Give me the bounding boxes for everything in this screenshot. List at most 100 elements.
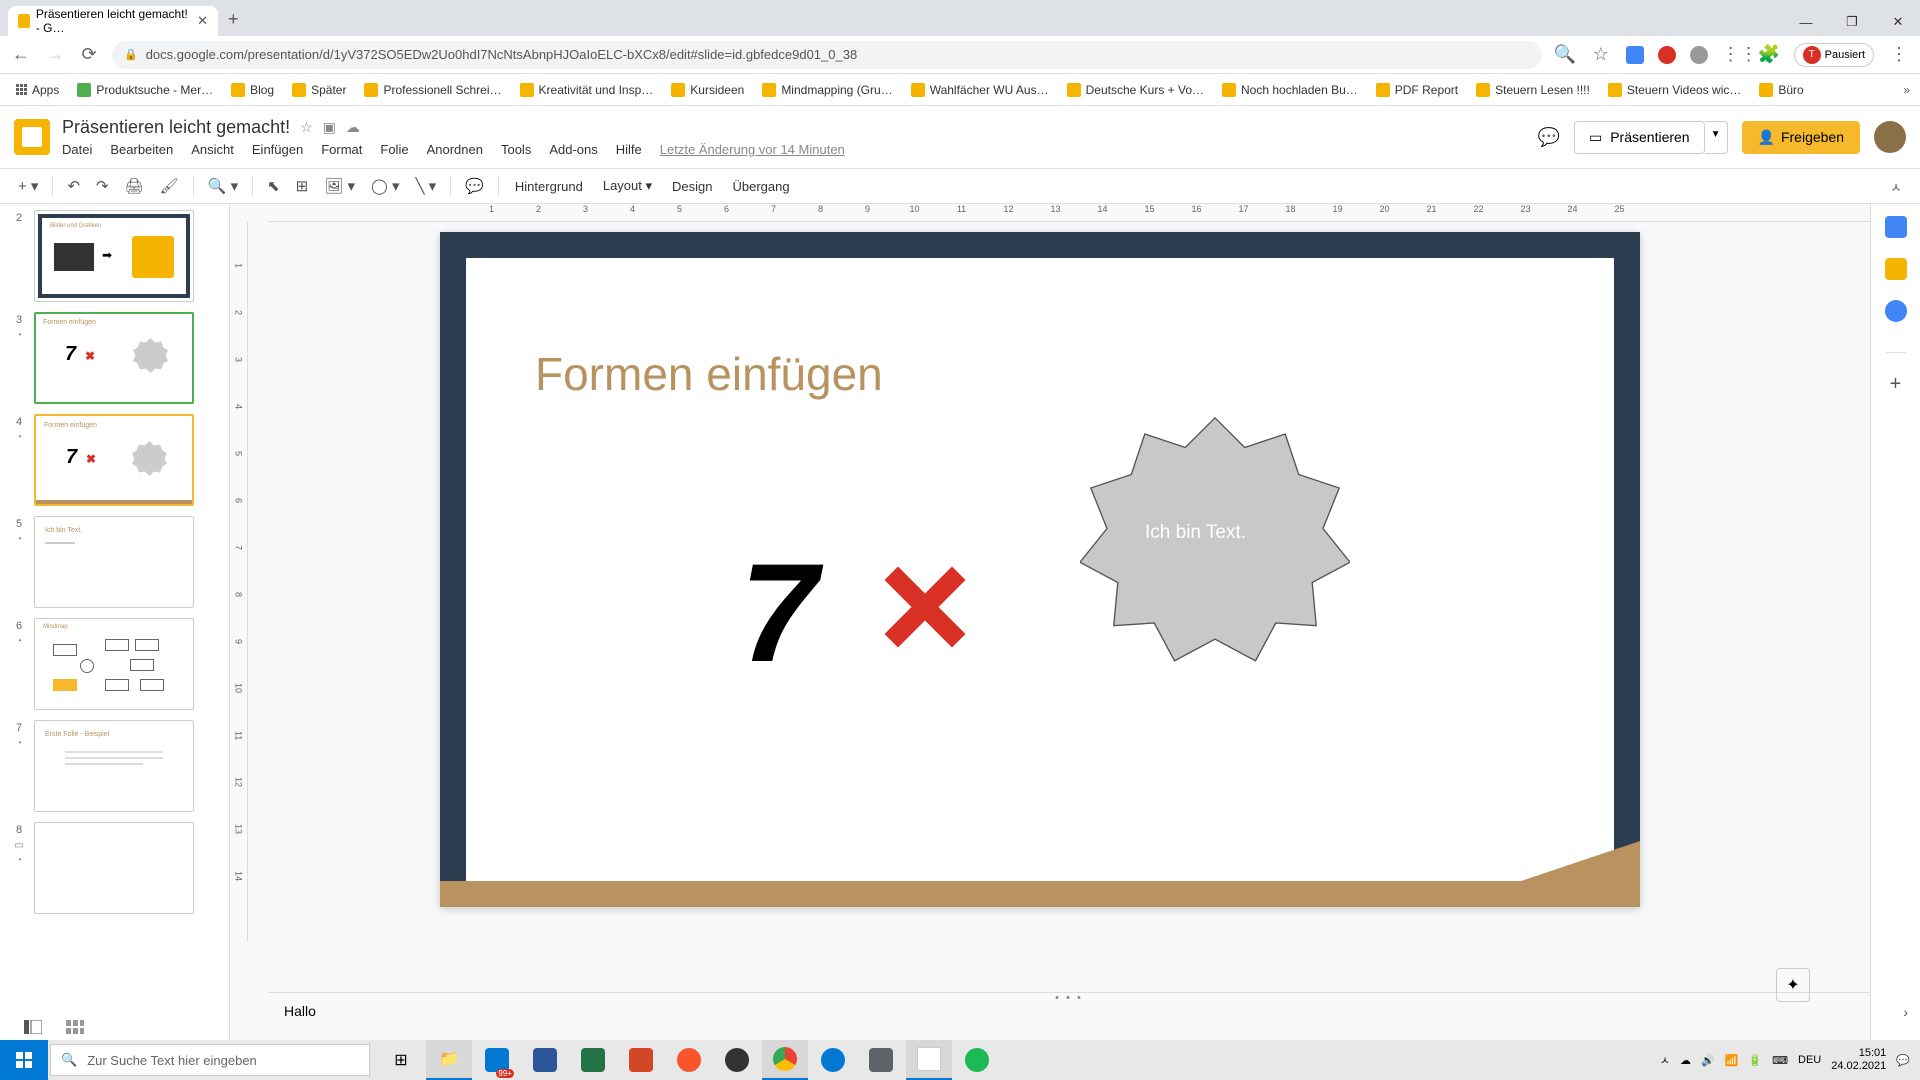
apps-button[interactable]: Apps	[10, 80, 65, 100]
bookmark-item[interactable]: Deutsche Kurs + Vo…	[1061, 80, 1210, 100]
url-input[interactable]: 🔒 docs.google.com/presentation/d/1yV372S…	[112, 41, 1542, 69]
cross-shape[interactable]	[880, 562, 970, 657]
move-doc-icon[interactable]: ▣	[323, 119, 336, 136]
slide-thumbnail-selected[interactable]: Formen einfügen 7 ✖	[34, 414, 194, 506]
bookmark-item[interactable]: Mindmapping (Gru…	[756, 80, 898, 100]
extension-icon[interactable]	[1626, 46, 1644, 64]
bookmark-item[interactable]: Blog	[225, 80, 280, 100]
new-slide-button[interactable]: + ▾	[12, 173, 44, 199]
star-text-content[interactable]: Ich bin Text.	[1145, 522, 1246, 544]
menu-addons[interactable]: Add-ons	[549, 142, 597, 157]
tasks-icon[interactable]	[1885, 300, 1907, 322]
profile-paused-button[interactable]: T Pausiert	[1794, 43, 1874, 67]
volume-icon[interactable]: 🔊	[1701, 1054, 1715, 1067]
explorer-taskbar-icon[interactable]: 📁	[426, 1040, 472, 1080]
language-indicator[interactable]: DEU	[1798, 1054, 1821, 1066]
close-icon[interactable]: ✕	[197, 13, 208, 29]
background-button[interactable]: Hintergrund	[507, 175, 591, 198]
account-avatar[interactable]	[1874, 121, 1906, 153]
bookmark-item[interactable]: Noch hochladen Bu…	[1216, 80, 1364, 100]
tray-expand-icon[interactable]: ㅅ	[1660, 1052, 1670, 1068]
bookmark-item[interactable]: Produktsuche - Mer…	[71, 80, 219, 100]
textbox-tool[interactable]: ⊞	[290, 173, 315, 199]
bookmark-item[interactable]: Später	[286, 80, 352, 100]
slide-title-text[interactable]: Formen einfügen	[535, 347, 883, 401]
notifications-icon[interactable]: 💬	[1896, 1054, 1910, 1067]
reload-button[interactable]: ⟳	[78, 44, 100, 65]
layout-button[interactable]: Layout ▾	[595, 174, 660, 198]
comment-button[interactable]: 💬	[459, 173, 490, 199]
slide-thumbnail[interactable]	[34, 822, 194, 914]
line-tool[interactable]: ╲ ▾	[409, 173, 442, 199]
menu-insert[interactable]: Einfügen	[252, 142, 303, 157]
menu-help[interactable]: Hilfe	[616, 142, 642, 157]
slide-thumbnail[interactable]: Ich bin Text.	[34, 516, 194, 608]
taskbar-search[interactable]: 🔍 Zur Suche Text hier eingeben	[50, 1044, 370, 1076]
speaker-notes-text[interactable]: Hallo	[284, 1003, 316, 1019]
new-tab-button[interactable]: +	[228, 9, 239, 30]
undo-button[interactable]: ↶	[61, 173, 86, 199]
app-taskbar-icon[interactable]	[858, 1040, 904, 1080]
slide-filmstrip[interactable]: 2 Bilder und Grafiken ➡ 3◔ Formen einfüg…	[0, 204, 230, 1072]
menu-view[interactable]: Ansicht	[191, 142, 234, 157]
clock[interactable]: 15:01 24.02.2021	[1831, 1047, 1886, 1073]
slides-logo-icon[interactable]	[14, 119, 50, 155]
obs-taskbar-icon[interactable]	[714, 1040, 760, 1080]
bookmark-item[interactable]: Kreativität und Insp…	[514, 80, 660, 100]
expand-panel-icon[interactable]: ›	[1903, 1004, 1908, 1020]
browser-tab[interactable]: Präsentieren leicht gemacht! - G… ✕	[8, 6, 218, 36]
menu-arrange[interactable]: Anordnen	[427, 142, 483, 157]
maximize-button[interactable]: ❐	[1830, 8, 1874, 36]
spotify-taskbar-icon[interactable]	[954, 1040, 1000, 1080]
bookmark-item[interactable]: Wahlfächer WU Aus…	[905, 80, 1055, 100]
paint-format-button[interactable]: 🖌	[154, 173, 185, 199]
keep-icon[interactable]	[1885, 258, 1907, 280]
onedrive-icon[interactable]: ☁	[1680, 1054, 1691, 1067]
menu-slide[interactable]: Folie	[380, 142, 408, 157]
share-button[interactable]: 👤 Freigeben	[1742, 121, 1860, 154]
notepad-taskbar-icon[interactable]	[906, 1040, 952, 1080]
theme-button[interactable]: Design	[664, 175, 720, 198]
menu-file[interactable]: Datei	[62, 142, 92, 157]
slide-thumbnail[interactable]: Formen einfügen 7 ✖	[34, 312, 194, 404]
zoom-icon[interactable]: 🔍	[1554, 44, 1576, 65]
star-doc-icon[interactable]: ☆	[300, 119, 313, 136]
extension-icon[interactable]	[1658, 46, 1676, 64]
document-title[interactable]: Präsentieren leicht gemacht!	[62, 117, 290, 138]
keyboard-icon[interactable]: ⌨	[1772, 1054, 1788, 1067]
calendar-icon[interactable]	[1885, 216, 1907, 238]
bookmark-item[interactable]: Büro	[1753, 80, 1809, 100]
notes-resize-handle[interactable]: • • •	[1055, 992, 1083, 1004]
menu-tools[interactable]: Tools	[501, 142, 531, 157]
transition-button[interactable]: Übergang	[725, 175, 798, 198]
brave-taskbar-icon[interactable]	[666, 1040, 712, 1080]
star-icon[interactable]: ☆	[1590, 44, 1612, 65]
present-button[interactable]: ▭ Präsentieren	[1574, 121, 1705, 154]
battery-icon[interactable]: 🔋	[1748, 1054, 1762, 1067]
last-edit-status[interactable]: Letzte Änderung vor 14 Minuten	[660, 142, 845, 157]
grid-view-icon[interactable]	[66, 1020, 84, 1034]
powerpoint-taskbar-icon[interactable]	[618, 1040, 664, 1080]
extension-icon[interactable]	[1690, 46, 1708, 64]
excel-taskbar-icon[interactable]	[570, 1040, 616, 1080]
chrome-taskbar-icon[interactable]	[762, 1040, 808, 1080]
add-addon-icon[interactable]: +	[1890, 373, 1902, 396]
filmstrip-view-icon[interactable]	[24, 1020, 42, 1034]
back-button[interactable]: ←	[10, 44, 32, 65]
slide-number-text[interactable]: 7	[740, 532, 818, 694]
bookmark-item[interactable]: Steuern Lesen !!!!	[1470, 80, 1596, 100]
task-view-button[interactable]: ⊞	[378, 1040, 424, 1080]
edge-taskbar-icon[interactable]	[810, 1040, 856, 1080]
redo-button[interactable]: ↷	[90, 173, 115, 199]
shape-tool[interactable]: ◯ ▾	[365, 173, 405, 199]
comments-icon[interactable]: 💬	[1538, 127, 1560, 148]
slide-thumbnail[interactable]: Erste Folie - Beispiel	[34, 720, 194, 812]
zoom-button[interactable]: 🔍 ▾	[202, 173, 244, 199]
cloud-status-icon[interactable]: ☁	[346, 119, 360, 136]
menu-icon[interactable]: ⋮	[1888, 44, 1910, 65]
print-button[interactable]: 🖨	[119, 173, 150, 199]
edge-legacy-taskbar-icon[interactable]: 99+	[474, 1040, 520, 1080]
slide-canvas[interactable]: Formen einfügen 7 Ich bin Text.	[440, 232, 1640, 907]
menu-edit[interactable]: Bearbeiten	[110, 142, 173, 157]
extensions-icon[interactable]: 🧩	[1758, 44, 1780, 65]
